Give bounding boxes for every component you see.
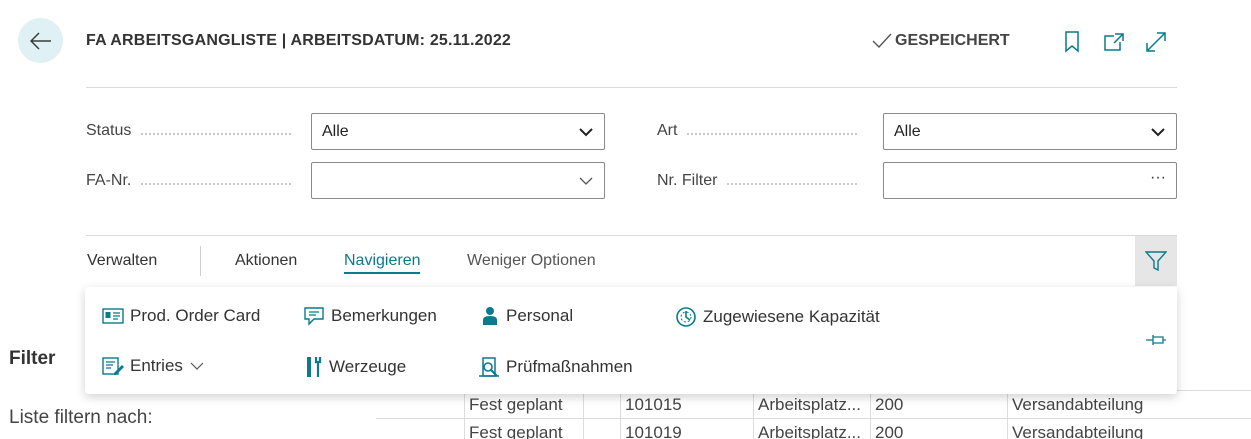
nr-filter-label: Nr. Filter — [657, 172, 718, 189]
person-icon — [483, 307, 497, 325]
status-dots — [141, 133, 292, 135]
status-label-row: Status — [86, 122, 292, 140]
cell-name: Versandabteilung — [1007, 419, 1251, 439]
nr-filter-label-row: Nr. Filter — [657, 172, 858, 190]
filter-pane-toggle[interactable] — [1135, 236, 1177, 286]
art-value: Alle — [894, 122, 921, 140]
menu-item-label: Personal — [506, 306, 574, 325]
tab-verwalten[interactable]: Verwalten — [87, 252, 157, 270]
pin-menu-button[interactable] — [1145, 333, 1167, 352]
comment-icon — [304, 307, 324, 326]
filter-by-label: Liste filtern nach: — [9, 407, 153, 428]
nr-filter-input[interactable]: ··· — [883, 162, 1177, 199]
cell-number: 200 — [870, 419, 1008, 439]
cell-type: Arbeitsplatz... — [753, 391, 871, 419]
menu-item-label: Bemerkungen — [331, 306, 437, 325]
status-select[interactable]: Alle — [311, 113, 605, 150]
art-label: Art — [657, 122, 678, 139]
bookmark-icon — [1065, 31, 1079, 53]
menu-item-label: Zugewiesene Kapazität — [703, 307, 880, 326]
funnel-icon — [1145, 251, 1167, 271]
menu-item-zugewiesene-kapazitaet[interactable]: Zugewiesene Kapazität — [675, 306, 880, 328]
table-row[interactable]: Fest geplant 101019 Arbeitsplatz... 200 … — [376, 418, 1251, 439]
menu-item-bemerkungen[interactable]: Bemerkungen — [303, 306, 437, 326]
more-options-button[interactable]: ··· — [1150, 169, 1166, 187]
page-title: FA ARBEITSGANGLISTE | ARBEITSDATUM: 25.1… — [86, 32, 512, 49]
menu-item-pruefmassnahmen[interactable]: Prüfmaßnahmen — [478, 356, 633, 378]
menu-item-label: Prod. Order Card — [130, 306, 261, 325]
arrow-left-icon — [29, 31, 51, 50]
actions-divider — [86, 235, 1177, 236]
back-button[interactable] — [18, 18, 63, 63]
open-new-window-icon — [1104, 33, 1124, 51]
menu-item-werzeuge[interactable]: Werzeuge — [305, 356, 406, 378]
cell-type: Arbeitsplatz... — [753, 419, 871, 439]
saved-status: GESPEICHERT — [872, 32, 1010, 50]
cell-number: 200 — [870, 391, 1008, 419]
art-dots — [687, 133, 858, 135]
menu-item-personal[interactable]: Personal — [480, 306, 573, 326]
cell-status: Fest geplant — [464, 419, 584, 439]
chevron-down-icon — [1151, 128, 1165, 137]
filter-pane-heading: Filter — [9, 348, 56, 369]
navigate-menu: Prod. Order Card Bemerkungen Personal Zu… — [85, 287, 1177, 394]
art-label-row: Art — [657, 122, 858, 140]
pin-icon — [1146, 335, 1166, 345]
status-value: Alle — [322, 122, 349, 140]
tab-separator — [200, 246, 201, 276]
cell-nr: 101015 — [620, 391, 754, 419]
cell-empty — [583, 391, 621, 419]
tab-aktionen[interactable]: Aktionen — [235, 252, 297, 270]
cell-name: Versandabteilung — [1007, 391, 1251, 419]
chevron-down-icon — [579, 128, 593, 137]
art-select[interactable]: Alle — [883, 113, 1177, 150]
bookmark-button[interactable] — [1060, 30, 1084, 54]
fa-nr-select[interactable] — [311, 162, 605, 199]
fa-nr-label-row: FA-Nr. — [86, 172, 292, 190]
menu-item-prod-order-card[interactable]: Prod. Order Card — [102, 306, 260, 326]
tools-icon — [307, 357, 322, 377]
tab-weniger-optionen[interactable]: Weniger Optionen — [467, 252, 596, 270]
checkmark-icon — [872, 33, 892, 49]
cell-nr: 101019 — [620, 419, 754, 439]
chevron-down-icon — [190, 362, 204, 370]
menu-item-entries[interactable]: Entries — [102, 356, 205, 376]
nr-filter-dots — [727, 183, 858, 185]
status-label: Status — [86, 122, 132, 139]
saved-label: GESPEICHERT — [895, 32, 1010, 49]
cell-status: Fest geplant — [464, 391, 584, 419]
open-new-window-button[interactable] — [1102, 30, 1126, 54]
header-divider — [86, 87, 1177, 88]
card-icon — [102, 308, 124, 324]
menu-item-label: Prüfmaßnahmen — [506, 357, 633, 376]
fa-nr-dots — [141, 183, 292, 185]
fa-nr-label: FA-Nr. — [86, 172, 132, 189]
menu-item-label: Werzeuge — [329, 357, 407, 376]
entries-icon — [102, 357, 124, 375]
chevron-down-icon — [579, 177, 593, 185]
inspection-icon — [479, 357, 499, 377]
expand-button[interactable] — [1144, 30, 1168, 54]
expand-icon — [1146, 32, 1166, 52]
table-row[interactable]: Fest geplant 101015 Arbeitsplatz... 200 … — [376, 390, 1251, 419]
menu-item-label: Entries — [130, 356, 183, 375]
cell-empty — [583, 419, 621, 439]
capacity-icon — [676, 307, 696, 327]
tab-navigieren[interactable]: Navigieren — [344, 252, 421, 274]
